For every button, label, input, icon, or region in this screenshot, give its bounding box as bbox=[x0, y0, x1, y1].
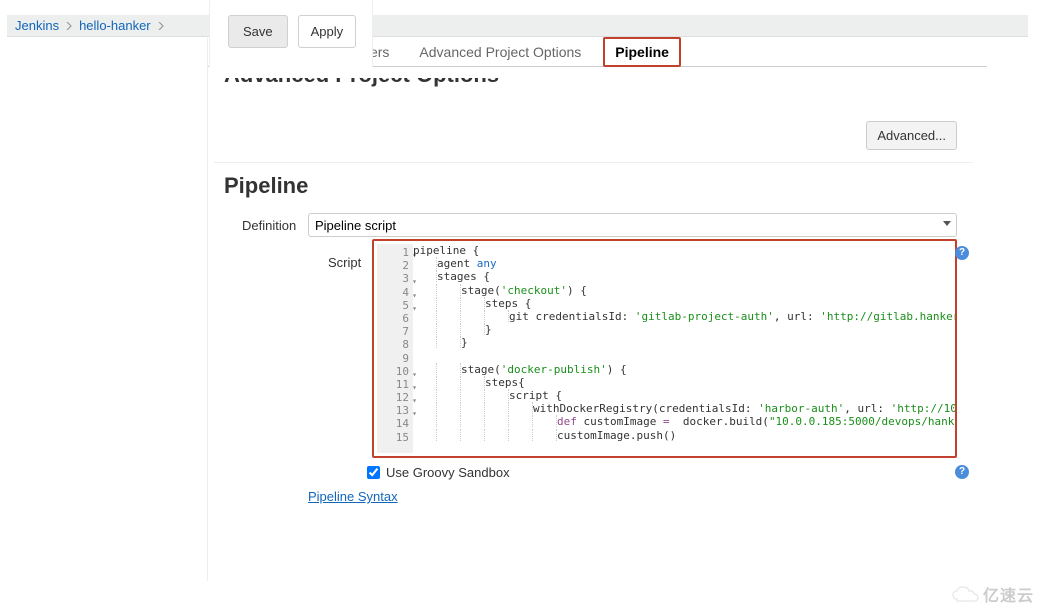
section-title-pipeline: Pipeline bbox=[224, 173, 308, 199]
footer-actions: Save Apply bbox=[209, 0, 373, 67]
help-icon[interactable]: ? bbox=[955, 465, 969, 479]
chevron-right-icon bbox=[158, 22, 164, 30]
help-icon[interactable]: ? bbox=[955, 246, 969, 260]
apply-button[interactable]: Apply bbox=[298, 15, 357, 48]
tab-advanced-options[interactable]: Advanced Project Options bbox=[411, 38, 589, 66]
sandbox-checkbox[interactable] bbox=[367, 466, 380, 479]
tab-pipeline[interactable]: Pipeline bbox=[603, 37, 681, 67]
pipeline-syntax-link[interactable]: Pipeline Syntax bbox=[308, 489, 398, 504]
breadcrumb-bar: Jenkins hello-hanker bbox=[7, 15, 1028, 37]
chevron-right-icon bbox=[66, 22, 72, 30]
editor-code[interactable]: pipeline {agent anystages {stage('checko… bbox=[413, 244, 955, 453]
sandbox-label: Use Groovy Sandbox bbox=[386, 465, 510, 480]
definition-select[interactable]: Pipeline script bbox=[308, 213, 957, 237]
definition-row: Definition Pipeline script bbox=[208, 213, 957, 237]
breadcrumb-hello-hanker[interactable]: hello-hanker bbox=[79, 18, 151, 33]
breadcrumb-jenkins[interactable]: Jenkins bbox=[15, 18, 59, 33]
divider bbox=[214, 162, 973, 163]
editor-gutter: 1▾23▾4▾5▾678910▾11▾12▾13▾1415 bbox=[377, 244, 413, 453]
sandbox-row: Use Groovy Sandbox bbox=[367, 465, 965, 480]
watermark: 亿速云 bbox=[951, 582, 1034, 606]
save-button[interactable]: Save bbox=[228, 15, 288, 48]
definition-label: Definition bbox=[208, 218, 316, 233]
advanced-button[interactable]: Advanced... bbox=[866, 121, 957, 150]
config-panel: General Build Triggers Advanced Project … bbox=[207, 38, 987, 581]
script-editor[interactable]: 1▾23▾4▾5▾678910▾11▾12▾13▾1415 pipeline {… bbox=[372, 239, 957, 458]
script-label: Script bbox=[328, 255, 361, 270]
